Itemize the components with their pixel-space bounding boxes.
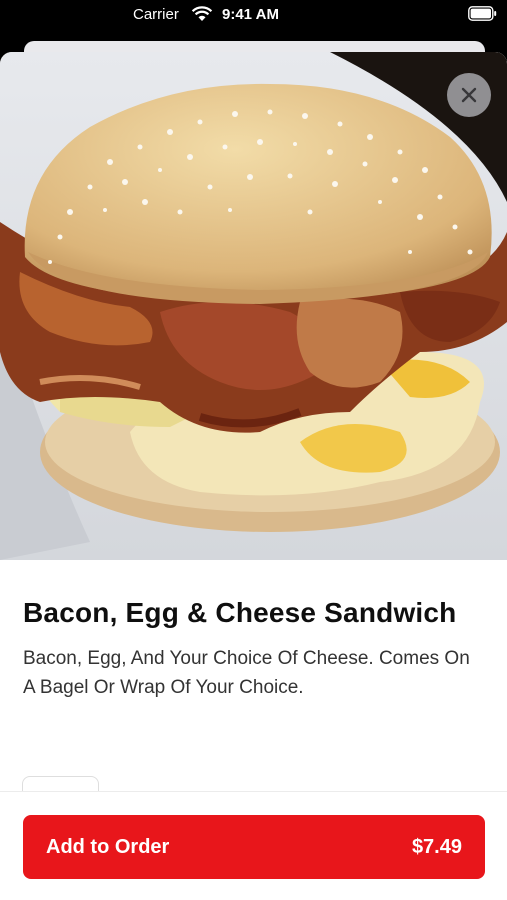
status-bar: Carrier 9:41 AM [0, 0, 507, 34]
add-to-order-label: Add to Order [46, 835, 170, 858]
item-price: $7.49 [411, 835, 462, 858]
order-footer: Add to Order $7.49 [0, 791, 507, 900]
carrier-label: Carrier [133, 6, 179, 23]
clock: 9:41 AM [222, 6, 279, 23]
close-icon [461, 87, 477, 103]
item-description: Bacon, Egg, And Your Choice Of Cheese. C… [23, 648, 470, 698]
item-details: Bacon, Egg & Cheese Sandwich Bacon, Egg,… [23, 592, 485, 702]
add-to-order-button[interactable]: Add to Order $7.49 [23, 815, 485, 879]
item-title: Bacon, Egg & Cheese Sandwich [23, 597, 457, 628]
close-button[interactable] [447, 73, 491, 117]
battery-icon [468, 6, 497, 21]
bacon-egg-cheese-sandwich-image [0, 52, 507, 560]
wifi-icon [191, 6, 213, 21]
item-detail-sheet: Bacon, Egg & Cheese Sandwich Bacon, Egg,… [0, 52, 507, 900]
